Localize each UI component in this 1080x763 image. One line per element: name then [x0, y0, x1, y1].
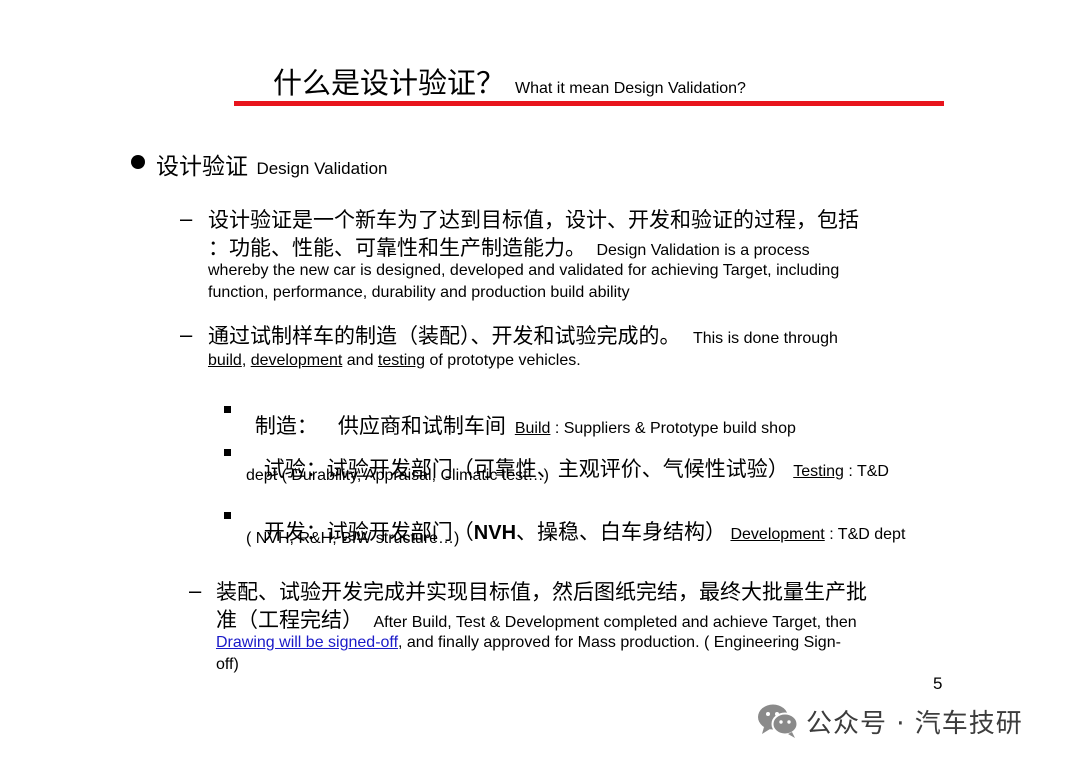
main-bullet-dot: [131, 155, 145, 169]
sub-item-line1: 开发：试验开发部门（NVH、操稳、白车身结构） Development : T&…: [246, 500, 986, 544]
dash-marker: –: [180, 322, 193, 347]
main-bullet: 设计验证 Design Validation: [156, 147, 388, 181]
word-development: development: [250, 352, 343, 369]
sub-item-en-build: Build: [514, 420, 551, 437]
square-bullet: [224, 406, 231, 413]
sub-item-testing: 试验：试验开发部门（可靠性、主观评价、气候性试验） Testing : T&D …: [246, 437, 966, 487]
sub-item-line1: 试验：试验开发部门（可靠性、主观评价、气候性试验） Testing : T&D: [246, 437, 966, 481]
item-1-line2: ：功能、性能、可靠性和生产制造能力。 Design Validation is …: [208, 234, 948, 260]
sub-item-en-development: Development: [730, 526, 825, 543]
item-3-en-line3-rest: , and finally approved for Mass producti…: [398, 634, 841, 651]
word-build: build: [208, 352, 242, 369]
sep: ,: [241, 352, 251, 369]
sub-item-en-rest: : Suppliers & Prototype build shop: [550, 420, 796, 437]
item-3-en-line2: After Build, Test & Development complete…: [373, 614, 857, 631]
item-1-en-line4: function, performance, durability and pr…: [208, 284, 630, 301]
item-1-en-line2: Design Validation is a process: [596, 242, 810, 259]
item-1: 设计验证是一个新车为了达到目标值，设计、开发和验证的过程，包括 ：功能、性能、可…: [208, 206, 948, 304]
item-3-line2: 准（工程完结） After Build, Test & Development …: [216, 606, 956, 632]
sub-item-nvh: NVH: [473, 522, 517, 544]
main-bullet-zh: 设计验证: [156, 154, 248, 180]
item-3-en-line4: off): [216, 656, 239, 673]
page-number: 5: [933, 674, 943, 693]
dash-marker: –: [189, 578, 202, 603]
item-1-zh-line1: 设计验证是一个新车为了达到目标值，设计、开发和验证的过程，包括: [208, 208, 859, 232]
sub-item-en-rest: : T&D: [843, 463, 889, 480]
watermark-text: 公众号 · 汽车技研: [806, 709, 1023, 739]
item-3-en-line3: Drawing will be signed-off, and finally …: [216, 632, 956, 654]
title-rule: [234, 101, 944, 106]
wechat-icon: [756, 700, 800, 740]
dash-marker: –: [180, 206, 193, 231]
sub-item-en-rest: : T&D dept: [824, 526, 906, 543]
item-1-en-line3: whereby the new car is designed, develop…: [208, 262, 840, 279]
item-3-zh-line1: 装配、试验开发完成并实现目标值，然后图纸完结，最终大批量生产批: [216, 580, 867, 604]
item-2-zh-line1: 通过试制样车的制造（装配）、开发和试验完成的。: [208, 324, 681, 348]
item-2-rest: of prototype vehicles.: [425, 352, 581, 369]
signed-off-link[interactable]: Drawing will be signed-off: [216, 634, 398, 651]
square-bullet: [224, 449, 231, 456]
square-bullet: [224, 512, 231, 519]
slide-title: 什么是设计验证？ What it mean Design Validation?: [273, 60, 746, 102]
sub-item-en-testing: Testing: [793, 463, 844, 480]
item-3-zh-line2: 准（工程完结）: [216, 608, 363, 632]
item-1-zh-line2: ：功能、性能、可靠性和生产制造能力。: [208, 236, 586, 260]
item-2-en-line2: build, development and testing of protot…: [208, 350, 948, 372]
item-2-line1: 通过试制样车的制造（装配）、开发和试验完成的。 This is done thr…: [208, 322, 948, 350]
main-bullet-en: Design Validation: [256, 159, 388, 178]
item-2: 通过试制样车的制造（装配）、开发和试验完成的。 This is done thr…: [208, 322, 948, 372]
title-en: What it mean Design Validation?: [515, 80, 746, 97]
sub-item-zh: 制造： 供应商和试制车间: [254, 414, 506, 438]
sub-item-development: 开发：试验开发部门（NVH、操稳、白车身结构） Development : T&…: [246, 500, 986, 550]
title-zh: 什么是设计验证？: [273, 66, 506, 100]
item-2-en-line1: This is done through: [692, 330, 838, 347]
sub-item-build: 制造： 供应商和试制车间 Build : Suppliers & Prototy…: [246, 394, 966, 440]
sub-item-zh-b: 、操稳、白车身结构）: [516, 520, 727, 544]
item-3: 装配、试验开发完成并实现目标值，然后图纸完结，最终大批量生产批 准（工程完结） …: [216, 578, 956, 676]
word-testing: testing: [377, 352, 426, 369]
sep: and: [342, 352, 378, 369]
